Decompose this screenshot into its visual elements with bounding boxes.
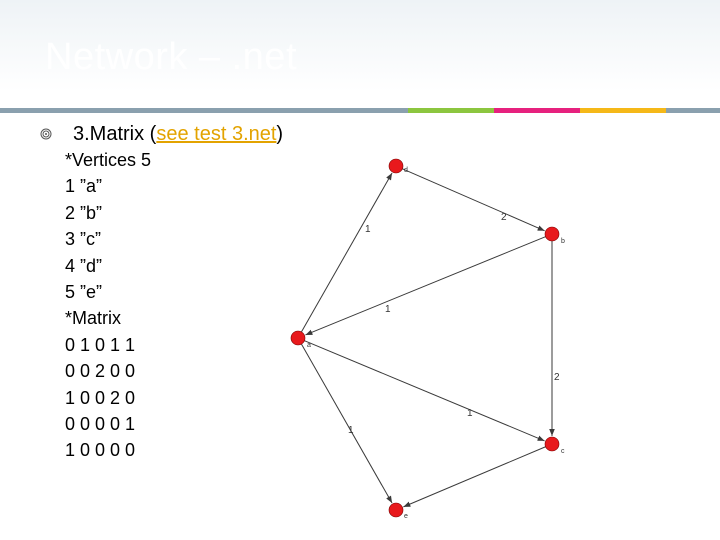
bullet-text: 3.Matrix (see test 3.net) xyxy=(73,123,283,146)
accent-bar-segment xyxy=(408,108,494,113)
pajek-line: 3 ”c” xyxy=(65,229,101,250)
edge-weight-label: 1 xyxy=(348,425,354,436)
vertex-label: c xyxy=(561,448,565,455)
accent-bar-segment xyxy=(666,108,720,113)
accent-bar-segment xyxy=(494,108,580,113)
pajek-line: 0 1 0 1 1 xyxy=(65,334,136,355)
vertex-label: d xyxy=(404,167,408,174)
pajek-line: 1 ”a” xyxy=(65,176,103,197)
pajek-line: 2 ”b” xyxy=(65,202,103,223)
edge-weight-label: 2 xyxy=(501,212,507,223)
vertex-d xyxy=(388,158,404,174)
vertex-label: e xyxy=(404,513,408,520)
accent-bar-segment xyxy=(0,108,408,113)
vertex-a xyxy=(290,330,306,346)
bullet-item: 3.Matrix (see test 3.net) xyxy=(40,120,283,148)
pajek-line: 4 ”d” xyxy=(65,255,103,276)
pajek-line: 5 ”e” xyxy=(65,281,103,302)
title-area: Network – .net xyxy=(0,0,720,108)
accent-bar-segment xyxy=(580,108,666,113)
vertex-label: a xyxy=(307,342,311,349)
pajek-line: 1 0 0 2 0 xyxy=(65,387,136,408)
vertex-label: b xyxy=(561,238,565,245)
diagram-background xyxy=(290,154,568,522)
edge-weight-label: 1 xyxy=(385,304,391,315)
pajek-line: 0 0 2 0 0 xyxy=(65,361,136,382)
bullet-prefix: 3.Matrix ( xyxy=(73,122,157,145)
bullet-suffix: ) xyxy=(276,122,284,145)
pajek-line: 1 0 0 0 0 xyxy=(65,440,136,461)
vertex-b xyxy=(544,226,560,242)
edge-weight-label: 1 xyxy=(467,408,473,419)
network-diagram: 2 1 1 2 1 1 d b a c e xyxy=(290,154,568,522)
bullet-icon xyxy=(40,124,68,144)
pajek-line: *Vertices 5 xyxy=(65,150,152,170)
vertex-c xyxy=(544,436,560,452)
edge-weight-label: 2 xyxy=(554,372,560,383)
slide-title: Network – .net xyxy=(45,36,297,78)
vertex-e xyxy=(388,502,404,518)
pajek-file-listing: *Vertices 5 1 ”a” 2 ”b” 3 ”c” 4 ”d” 5 ”e” *Mat… xyxy=(65,147,151,464)
test-file-link[interactable]: see test 3.net xyxy=(156,123,276,145)
pajek-line: 0 0 0 0 1 xyxy=(65,413,136,434)
pajek-line: *Matrix xyxy=(65,308,122,329)
edge-weight-label: 1 xyxy=(365,224,371,235)
